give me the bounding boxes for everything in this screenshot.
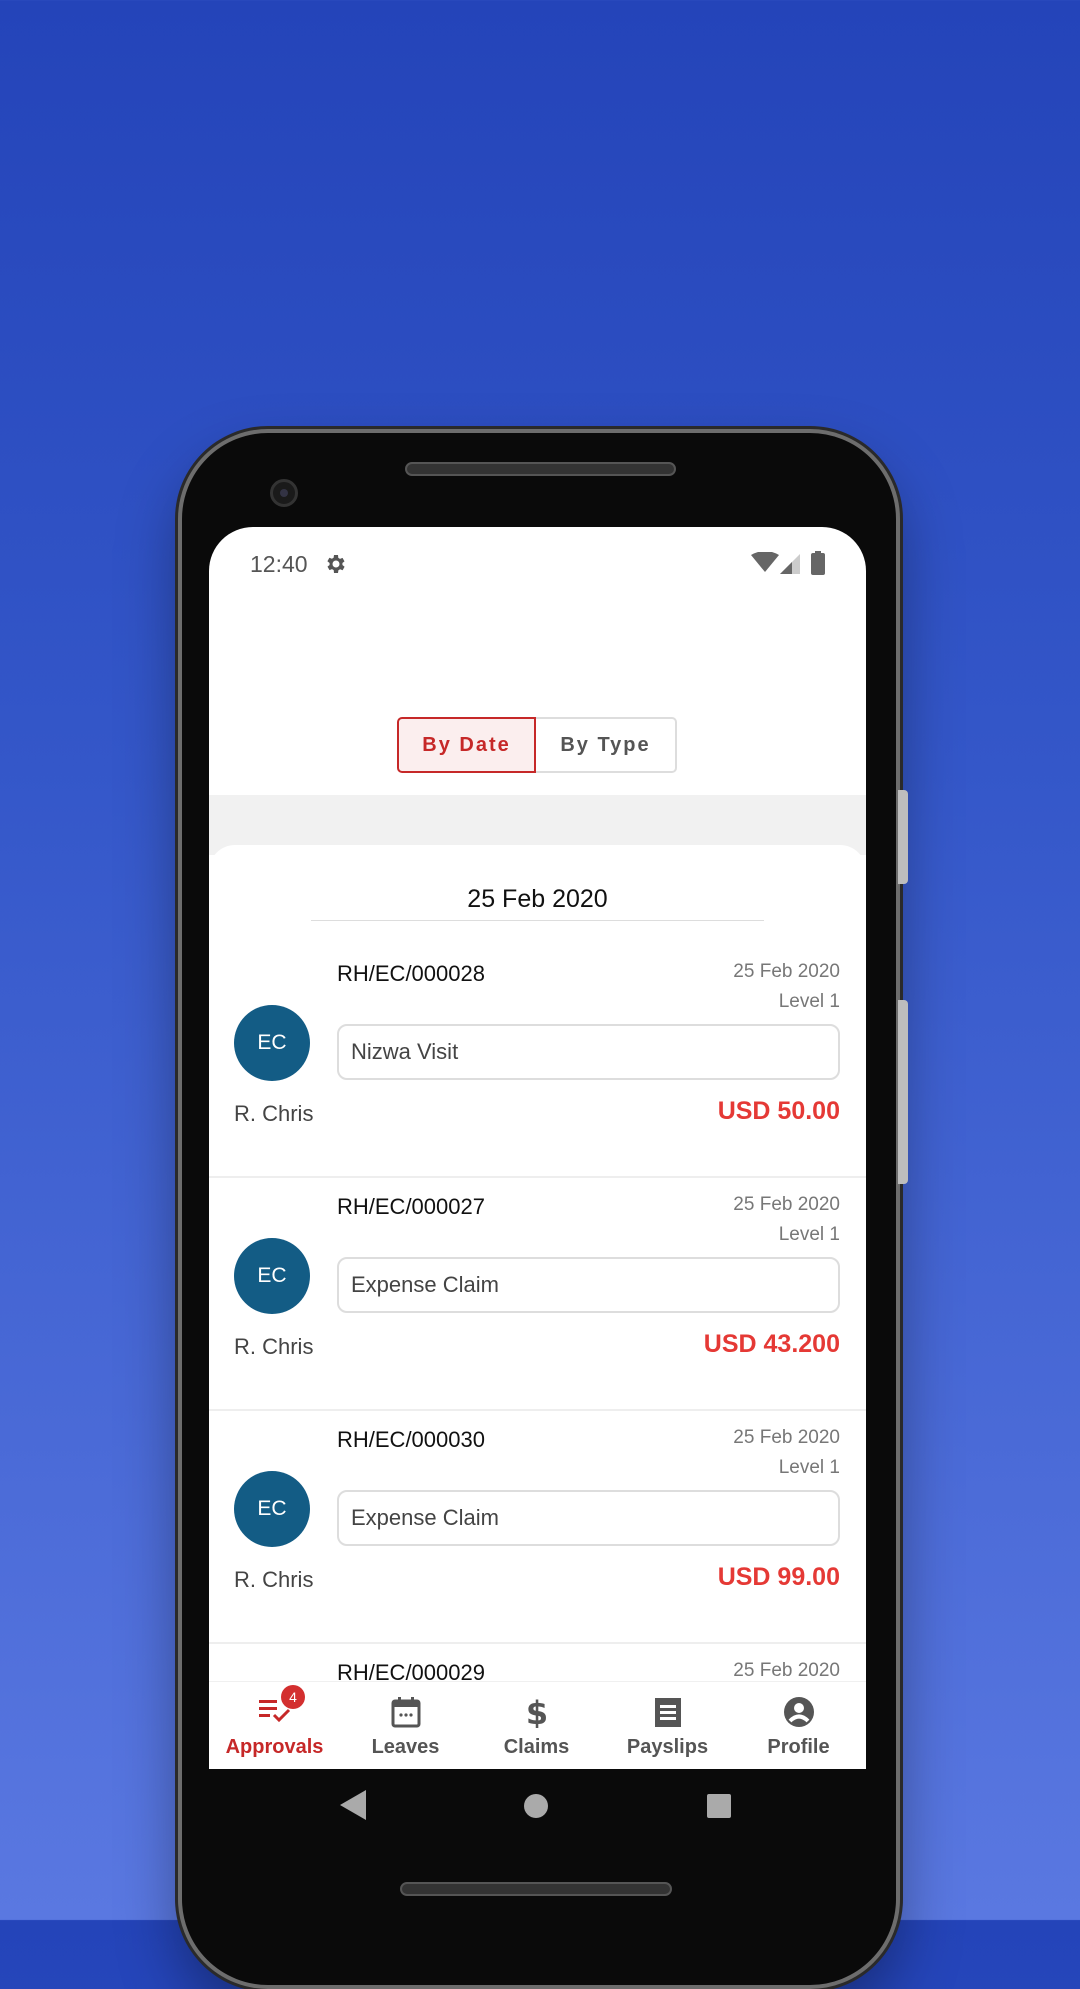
nav-profile[interactable]: Profile <box>733 1682 864 1769</box>
nav-label: Claims <box>503 1736 570 1758</box>
approval-item[interactable]: EC RH/EC/000028 25 Feb 2020 Level 1 Nizw… <box>209 945 866 1178</box>
item-name: R. Chris <box>234 1567 314 1592</box>
status-time: 12:40 <box>250 551 308 577</box>
home-nav-icon[interactable] <box>524 1794 548 1818</box>
svg-text:$: $ <box>525 1696 547 1728</box>
item-date: 25 Feb 2020 <box>733 1194 840 1215</box>
recents-nav-icon[interactable] <box>707 1794 731 1818</box>
bottom-navigation: 4 Approvals Leaves $ Claims Payslips Pro… <box>209 1681 866 1769</box>
front-camera <box>270 479 298 507</box>
item-amount: USD 50.00 <box>717 1097 840 1125</box>
item-ref: RH/EC/000030 <box>337 1427 485 1452</box>
nav-label: Profile <box>767 1736 830 1758</box>
receipt-icon <box>654 1698 681 1727</box>
wifi-icon <box>751 552 779 572</box>
item-description: Expense Claim <box>337 1257 840 1313</box>
back-nav-icon[interactable] <box>340 1790 366 1820</box>
cell-signal-icon <box>780 554 800 574</box>
bottom-speaker-grille <box>400 1882 672 1896</box>
by-date-toggle[interactable]: By Date <box>397 717 536 773</box>
speaker-grille <box>405 462 676 476</box>
calendar-icon <box>391 1697 420 1728</box>
item-date: 25 Feb 2020 <box>733 1660 840 1681</box>
item-level: Level 1 <box>778 1457 840 1478</box>
avatar: EC <box>234 1471 310 1547</box>
dollar-icon: $ <box>525 1696 547 1728</box>
header-divider <box>311 920 764 921</box>
nav-label: Approvals <box>225 1736 324 1758</box>
nav-leaves[interactable]: Leaves <box>340 1682 471 1769</box>
item-level: Level 1 <box>778 1224 840 1245</box>
nav-claims[interactable]: $ Claims <box>471 1682 602 1769</box>
nav-approvals[interactable]: 4 Approvals <box>209 1682 340 1769</box>
avatar: EC <box>234 1238 310 1314</box>
item-ref: RH/EC/000028 <box>337 961 485 986</box>
avatar: EC <box>234 1005 310 1081</box>
item-description: Expense Claim <box>337 1490 840 1546</box>
approvals-list: 25 Feb 2020 EC RH/EC/000028 25 Feb 2020 … <box>209 845 866 1769</box>
group-date-header: 25 Feb 2020 <box>467 885 608 913</box>
item-description: Nizwa Visit <box>337 1024 840 1080</box>
nav-label: Leaves <box>371 1736 440 1758</box>
approvals-badge: 4 <box>281 1685 305 1709</box>
item-name: R. Chris <box>234 1101 314 1126</box>
item-date: 25 Feb 2020 <box>733 1427 840 1448</box>
by-type-toggle[interactable]: By Type <box>536 717 677 773</box>
item-amount: USD 43.200 <box>703 1330 840 1358</box>
volume-button <box>898 1000 908 1184</box>
settings-gear-icon <box>327 555 345 573</box>
nav-payslips[interactable]: Payslips <box>602 1682 733 1769</box>
power-button <box>898 790 908 884</box>
app-screen: 12:40 By Date By Type 25 Feb 2020 EC RH/… <box>209 527 866 1769</box>
item-name: R. Chris <box>234 1334 314 1359</box>
item-ref: RH/EC/000027 <box>337 1194 485 1219</box>
item-date: 25 Feb 2020 <box>733 961 840 982</box>
battery-icon <box>811 551 825 575</box>
item-amount: USD 99.00 <box>717 1563 840 1591</box>
approval-item[interactable]: EC RH/EC/000030 25 Feb 2020 Level 1 Expe… <box>209 1411 866 1644</box>
account-circle-icon <box>783 1697 814 1727</box>
approval-item[interactable]: EC RH/EC/000027 25 Feb 2020 Level 1 Expe… <box>209 1178 866 1411</box>
nav-label: Payslips <box>626 1736 709 1758</box>
item-level: Level 1 <box>778 991 840 1012</box>
